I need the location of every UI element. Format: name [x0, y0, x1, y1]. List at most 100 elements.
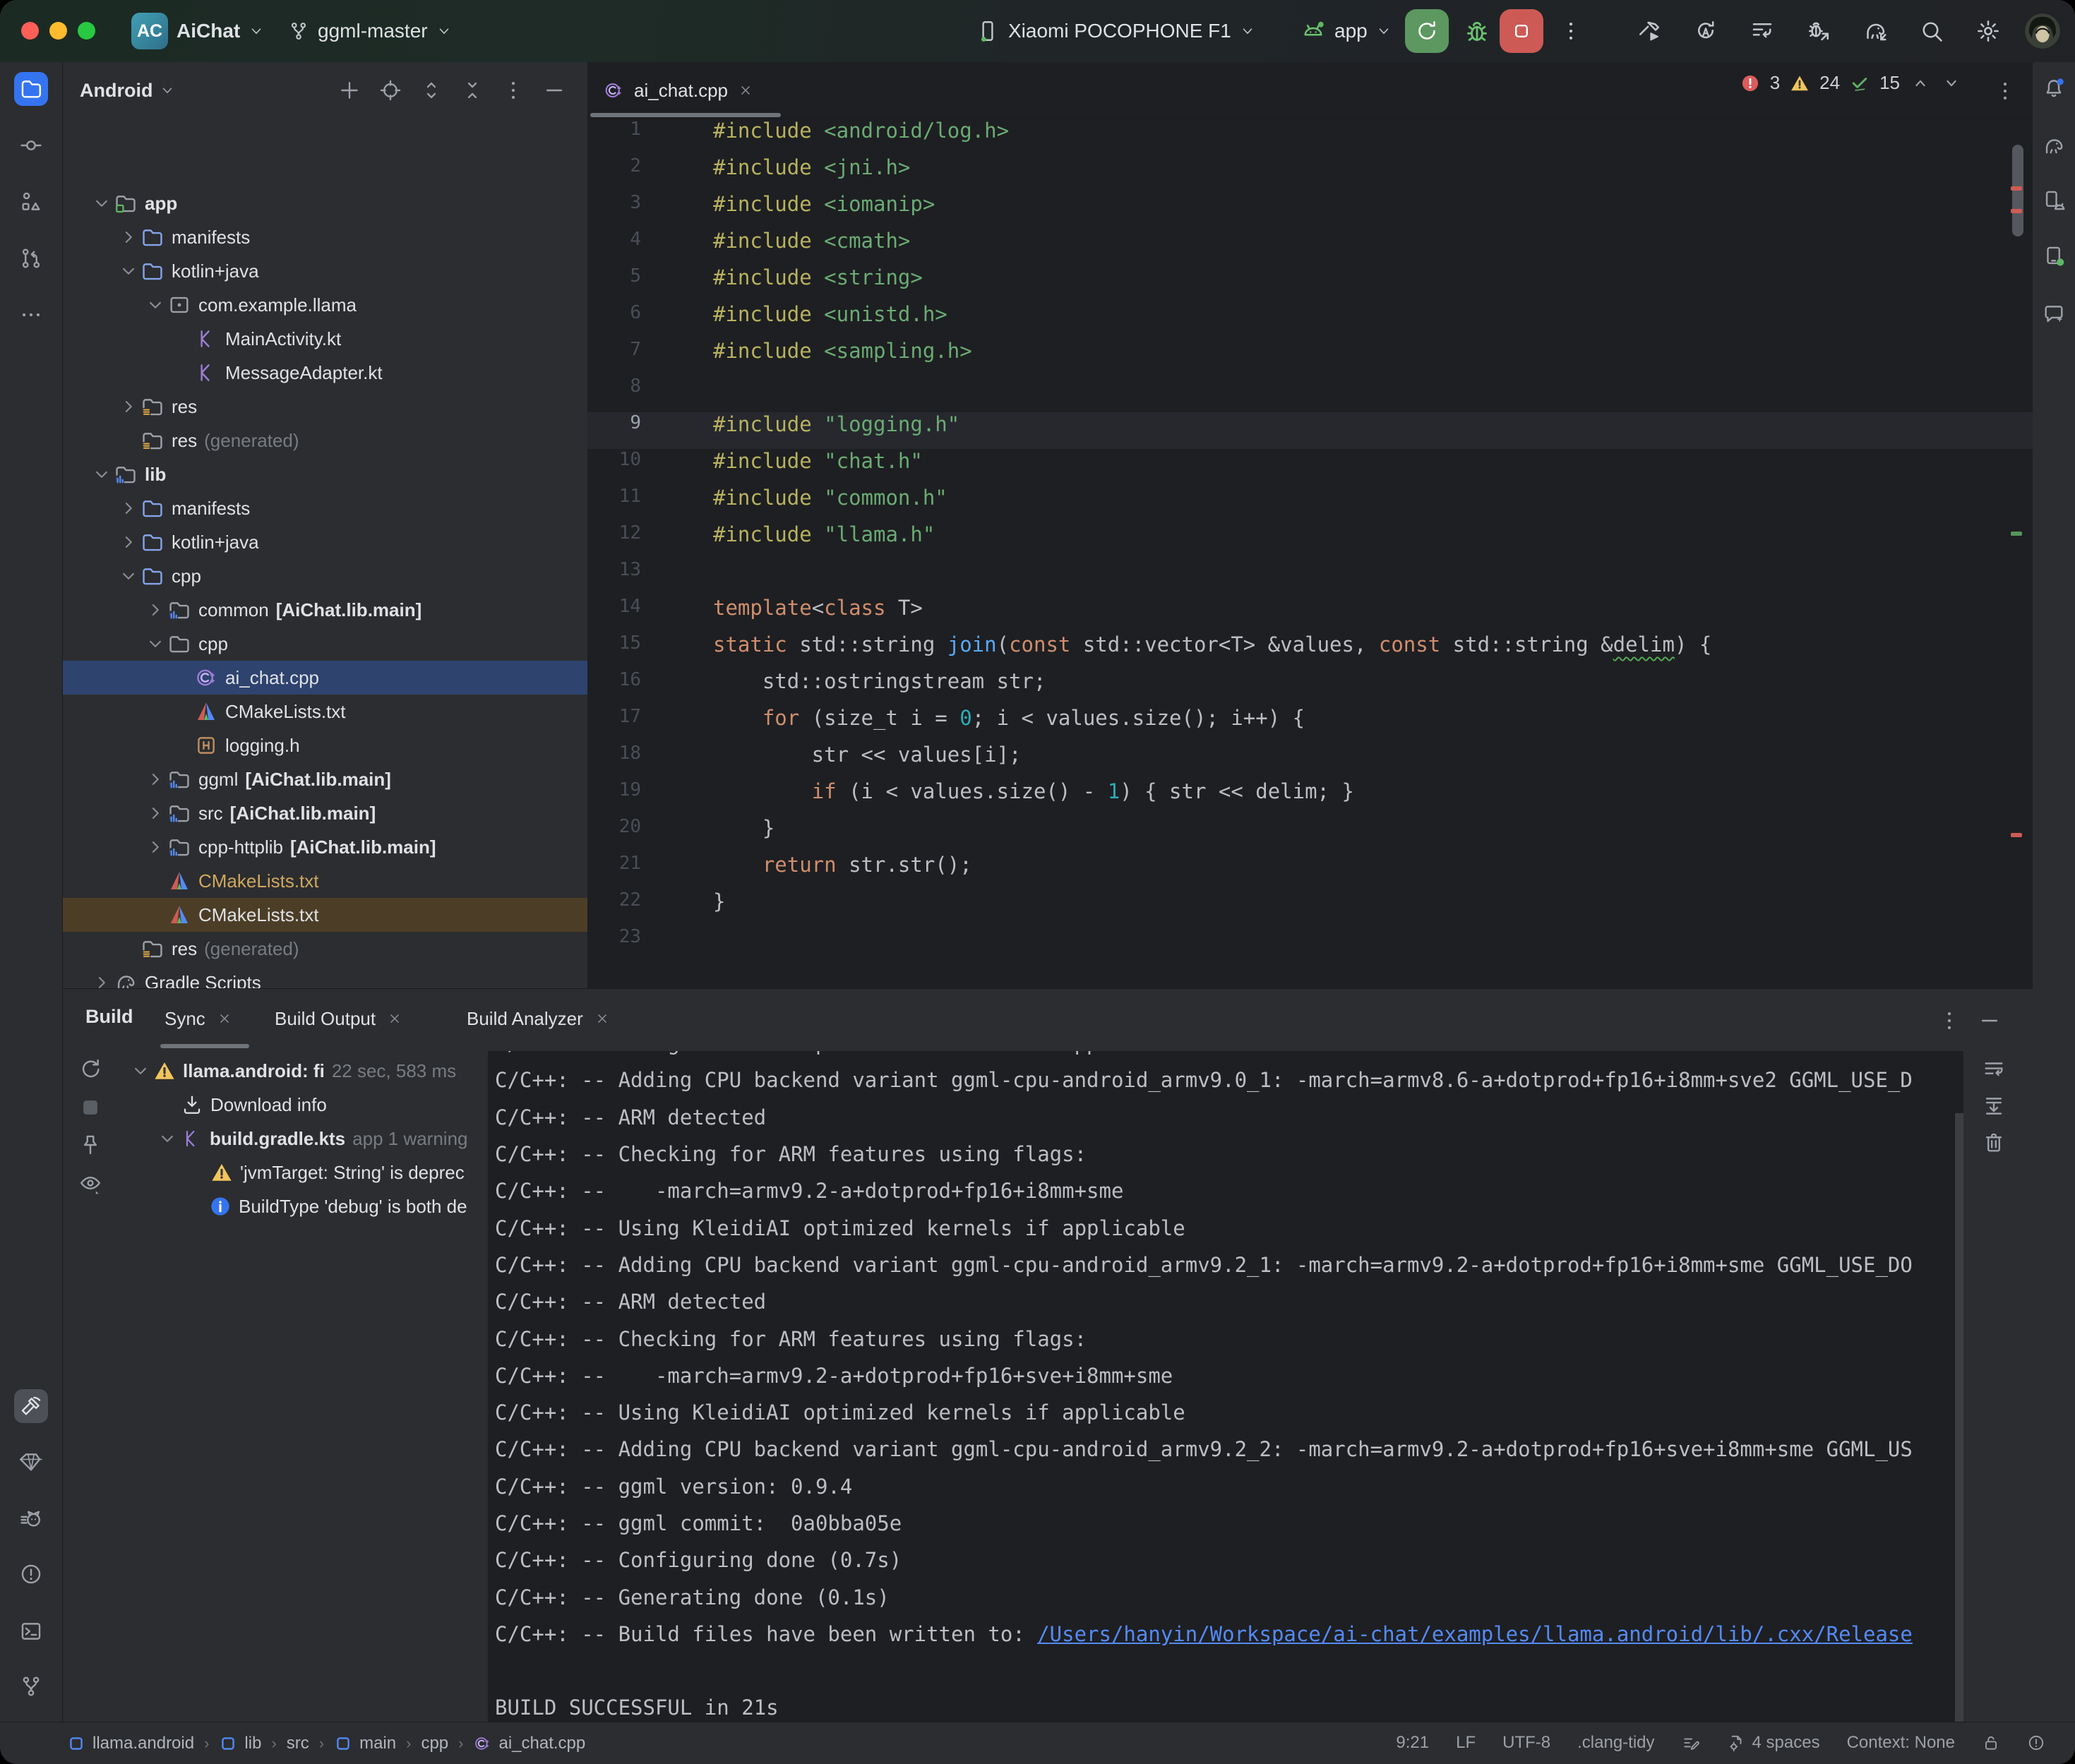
- console-scrollbar[interactable]: [1955, 1113, 1963, 1723]
- code-line-19[interactable]: 19 if (i < values.size() - 1) { str << d…: [587, 779, 1990, 816]
- code-line-20[interactable]: 20 }: [587, 816, 1990, 853]
- tree-item-kotlin-java[interactable]: kotlin+java: [63, 254, 587, 288]
- pin-button[interactable]: [78, 1133, 102, 1157]
- chevron-down-icon[interactable]: [143, 633, 167, 654]
- more-tool-button[interactable]: [14, 298, 48, 332]
- tree-item-manifests[interactable]: manifests: [63, 220, 587, 254]
- code-line-4[interactable]: 4#include <cmath>: [587, 229, 1990, 265]
- running-devices-tool-button[interactable]: [2038, 240, 2070, 272]
- build-tool-button[interactable]: [14, 1389, 48, 1423]
- ide-errors-icon[interactable]: [2027, 1734, 2045, 1752]
- version-control-tool-button[interactable]: [14, 1669, 48, 1703]
- chevron-right-icon[interactable]: [143, 803, 167, 824]
- debug-button[interactable]: [1463, 17, 1491, 45]
- hide-build-panel-button[interactable]: [1978, 1009, 2002, 1033]
- breadcrumb-lib[interactable]: lib: [219, 1734, 261, 1753]
- inspections-widget[interactable]: 3 24 15: [1740, 72, 1962, 94]
- options-button[interactable]: [501, 78, 525, 102]
- breadcrumb-cpp[interactable]: cpp: [421, 1734, 448, 1753]
- breadcrumb-main[interactable]: main: [334, 1734, 396, 1753]
- tree-item-gradle-scripts[interactable]: Gradle Scripts: [63, 966, 587, 988]
- project-widget[interactable]: AC AiChat: [131, 0, 264, 62]
- build-tree-item[interactable]: BuildType 'debug' is both de: [209, 1189, 467, 1223]
- device-selector[interactable]: Xiaomi POCOPHONE F1: [976, 0, 1255, 62]
- editor-options-button[interactable]: [1993, 79, 2017, 103]
- vcs-branch-widget[interactable]: ggml-master: [288, 0, 452, 62]
- pull-requests-tool-button[interactable]: [14, 241, 48, 275]
- code-line-9[interactable]: 9#include "logging.h": [587, 412, 2033, 449]
- gradle-sync-icon[interactable]: [1862, 18, 1888, 44]
- code-line-2[interactable]: 2#include <jni.h>: [587, 155, 1990, 192]
- filter-button[interactable]: [78, 1171, 102, 1195]
- console-link[interactable]: /Users/hanyin/Workspace/ai-chat/examples…: [1037, 1622, 1913, 1646]
- error-stripe-mark[interactable]: [2011, 209, 2022, 213]
- chevron-down-icon[interactable]: [116, 260, 140, 282]
- code-line-10[interactable]: 10#include "chat.h": [587, 449, 1990, 486]
- editor-scrollbar[interactable]: [2012, 145, 2023, 236]
- code-line-11[interactable]: 11#include "common.h": [587, 486, 1990, 522]
- tree-item-kotlin-java[interactable]: kotlin+java: [63, 525, 587, 559]
- tree-item-cmakelists-txt[interactable]: CMakeLists.txt: [63, 695, 587, 728]
- minimize-window-button[interactable]: [49, 22, 67, 40]
- breadcrumb-ai_chat.cpp[interactable]: ai_chat.cpp: [473, 1734, 585, 1753]
- commit-tool-button[interactable]: [14, 128, 48, 162]
- code-line-8[interactable]: 8: [587, 376, 1990, 412]
- soft-wrap-button[interactable]: [1982, 1057, 2006, 1081]
- code-line-16[interactable]: 16 std::ostringstream str;: [587, 669, 1990, 706]
- caret-position[interactable]: 9:21: [1396, 1733, 1429, 1753]
- zoom-window-button[interactable]: [78, 22, 95, 40]
- chevron-down-icon[interactable]: [155, 1128, 180, 1149]
- gemini-chat-tool-button[interactable]: [2038, 298, 2070, 330]
- code-line-21[interactable]: 21 return str.str();: [587, 853, 1990, 889]
- tree-item-ggml[interactable]: ggml[AiChat.lib.main]: [63, 762, 587, 796]
- ok-stripe-mark[interactable]: [2011, 532, 2022, 536]
- gradle-tool-button[interactable]: [2038, 130, 2070, 162]
- tree-item-cmakelists-txt[interactable]: CMakeLists.txt: [63, 864, 587, 898]
- code-line-15[interactable]: 15static std::string join(const std::vec…: [587, 632, 1990, 669]
- indent-setting[interactable]: 4 spaces: [1727, 1733, 1820, 1753]
- tree-item-cpp-httplib[interactable]: cpp-httplib[AiChat.lib.main]: [63, 830, 587, 864]
- chevron-right-icon[interactable]: [116, 396, 140, 417]
- close-tab-icon[interactable]: [738, 83, 753, 98]
- stop-button[interactable]: [78, 1096, 102, 1120]
- clang-tidy[interactable]: .clang-tidy: [1577, 1733, 1654, 1753]
- chevron-down-icon[interactable]: [90, 193, 114, 214]
- chevron-right-icon[interactable]: [143, 769, 167, 790]
- code-changes-icon[interactable]: [1750, 18, 1775, 44]
- chevron-right-icon[interactable]: [116, 227, 140, 248]
- code-line-18[interactable]: 18 str << values[i];: [587, 743, 1990, 779]
- breadcrumb-llama.android[interactable]: llama.android: [67, 1734, 194, 1753]
- re-sync-button[interactable]: [78, 1057, 102, 1081]
- locate-button[interactable]: [378, 78, 402, 102]
- tree-item-com-example-llama[interactable]: com.example.llama: [63, 288, 587, 322]
- code-style-icon[interactable]: [1682, 1734, 1700, 1752]
- clear-all-button[interactable]: [1982, 1131, 2006, 1155]
- notifications-tool-button[interactable]: [2038, 72, 2070, 104]
- tree-item-lib[interactable]: lib: [63, 457, 587, 491]
- chevron-down-icon[interactable]: [143, 294, 167, 316]
- line-separator[interactable]: LF: [1456, 1733, 1476, 1753]
- chevron-right-icon[interactable]: [116, 498, 140, 519]
- device-manager-tool-button[interactable]: [2038, 184, 2070, 217]
- user-avatar[interactable]: [2023, 12, 2062, 50]
- chevron-down-icon[interactable]: [116, 565, 140, 587]
- tree-item-res[interactable]: res(generated): [63, 424, 587, 457]
- editor-tab-ai-chat-cpp[interactable]: ai_chat.cpp: [587, 62, 772, 119]
- run-configuration-selector[interactable]: app: [1300, 0, 1392, 62]
- structure-tool-button[interactable]: [14, 185, 48, 219]
- code-line-1[interactable]: 1#include <android/log.h>: [587, 119, 1990, 155]
- project-view-selector[interactable]: Android: [80, 80, 175, 102]
- build-tree-item[interactable]: build.gradle.ktsapp 1 warning: [155, 1122, 468, 1156]
- error-stripe-mark[interactable]: [2011, 186, 2022, 191]
- add-button[interactable]: [337, 78, 361, 102]
- tree-item-res[interactable]: res: [63, 390, 587, 424]
- error-stripe-mark[interactable]: [2011, 833, 2022, 837]
- chevron-right-icon[interactable]: [143, 836, 167, 858]
- more-actions-button[interactable]: [1559, 19, 1583, 43]
- tree-item-manifests[interactable]: manifests: [63, 491, 587, 525]
- close-tab-icon[interactable]: [594, 1011, 610, 1026]
- code-line-7[interactable]: 7#include <sampling.h>: [587, 339, 1990, 376]
- scroll-to-end-button[interactable]: [1982, 1094, 2006, 1118]
- tree-item-ai-chat-cpp[interactable]: ai_chat.cpp: [63, 661, 587, 695]
- code-line-6[interactable]: 6#include <unistd.h>: [587, 302, 1990, 339]
